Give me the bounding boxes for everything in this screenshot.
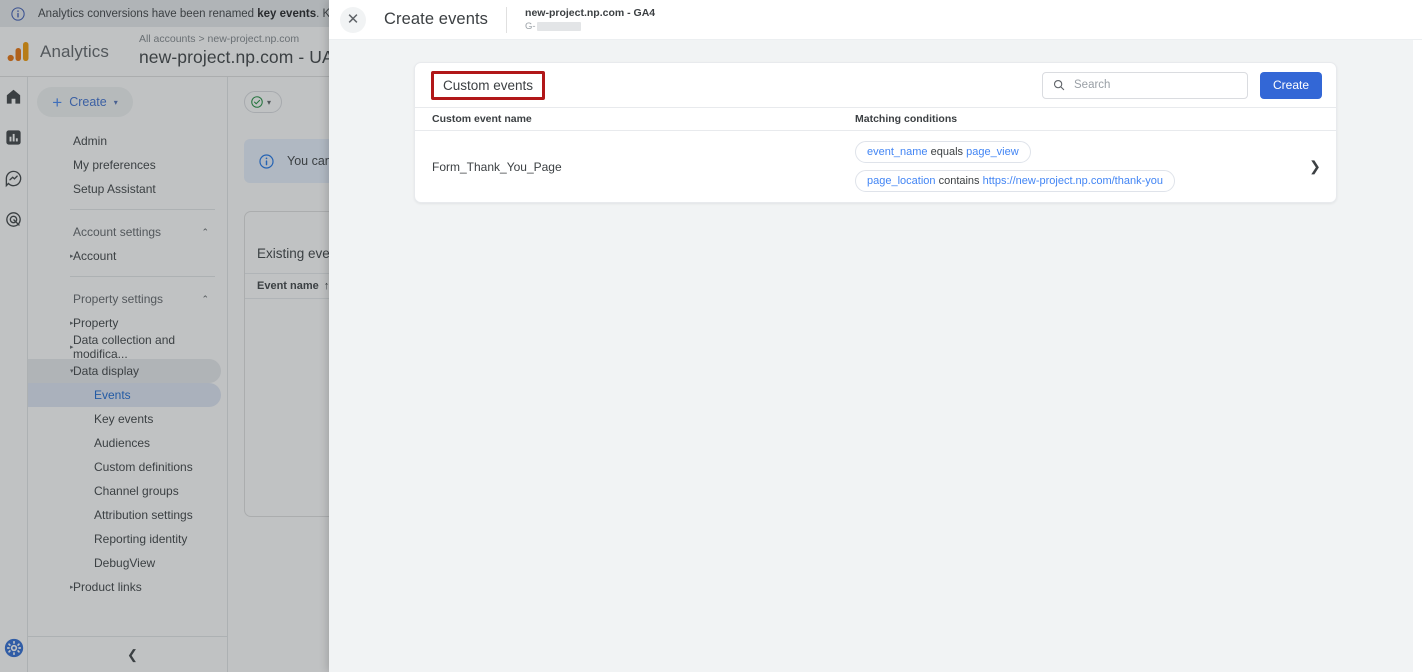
cell-matching-conditions: event_name equals page_view page_locatio… — [855, 131, 1294, 202]
condition-key: event_name — [867, 146, 928, 158]
modal-header: ✕ Create events new-project.np.com - GA4… — [329, 0, 1422, 40]
modal-property-name: new-project.np.com - GA4 — [525, 6, 656, 19]
search-box[interactable] — [1042, 71, 1248, 99]
app-root: Analytics conversions have been renamed … — [0, 0, 1422, 672]
condition-key: page_location — [867, 175, 936, 187]
property-id-prefix: G- — [525, 20, 536, 32]
close-button[interactable]: ✕ — [340, 6, 366, 33]
create-events-modal: ✕ Create events new-project.np.com - GA4… — [329, 0, 1422, 672]
panel-toolbar-actions: Create — [1042, 71, 1322, 99]
create-event-button[interactable]: Create — [1260, 71, 1322, 99]
modal-title: Create events — [384, 10, 489, 28]
close-icon: ✕ — [346, 11, 360, 28]
condition-value: https://new-project.np.com/thank-you — [982, 175, 1163, 187]
table-row[interactable]: Form_Thank_You_Page event_name equals pa… — [415, 131, 1336, 202]
modal-property-info: new-project.np.com - GA4 G- — [525, 7, 655, 33]
header-divider — [506, 6, 508, 33]
modal-right-edge — [1413, 40, 1422, 672]
column-header-matching-conditions: Matching conditions — [855, 113, 958, 125]
row-detail-chevron-icon[interactable]: ❯ — [1294, 158, 1336, 175]
panel-toolbar: Custom events Create — [415, 63, 1336, 107]
modal-property-id: G- — [525, 20, 655, 33]
condition-value: page_view — [966, 146, 1019, 158]
condition-operator: equals — [930, 146, 964, 158]
modal-body: Custom events Create Custom even — [329, 40, 1422, 203]
custom-events-panel: Custom events Create Custom even — [414, 62, 1337, 203]
condition-operator: contains — [938, 175, 980, 187]
condition-chip: event_name equals page_view — [855, 141, 1031, 163]
condition-chip: page_location contains https://new-proje… — [855, 170, 1175, 192]
page-title: Custom events — [431, 70, 546, 100]
cell-custom-event-name: Form_Thank_You_Page — [432, 159, 562, 174]
search-input[interactable] — [1074, 79, 1224, 91]
column-header-custom-event-name: Custom event name — [432, 113, 532, 125]
search-icon — [1053, 79, 1065, 91]
table-header-row: Custom event name Matching conditions — [415, 107, 1336, 131]
redacted-property-id — [536, 21, 581, 31]
